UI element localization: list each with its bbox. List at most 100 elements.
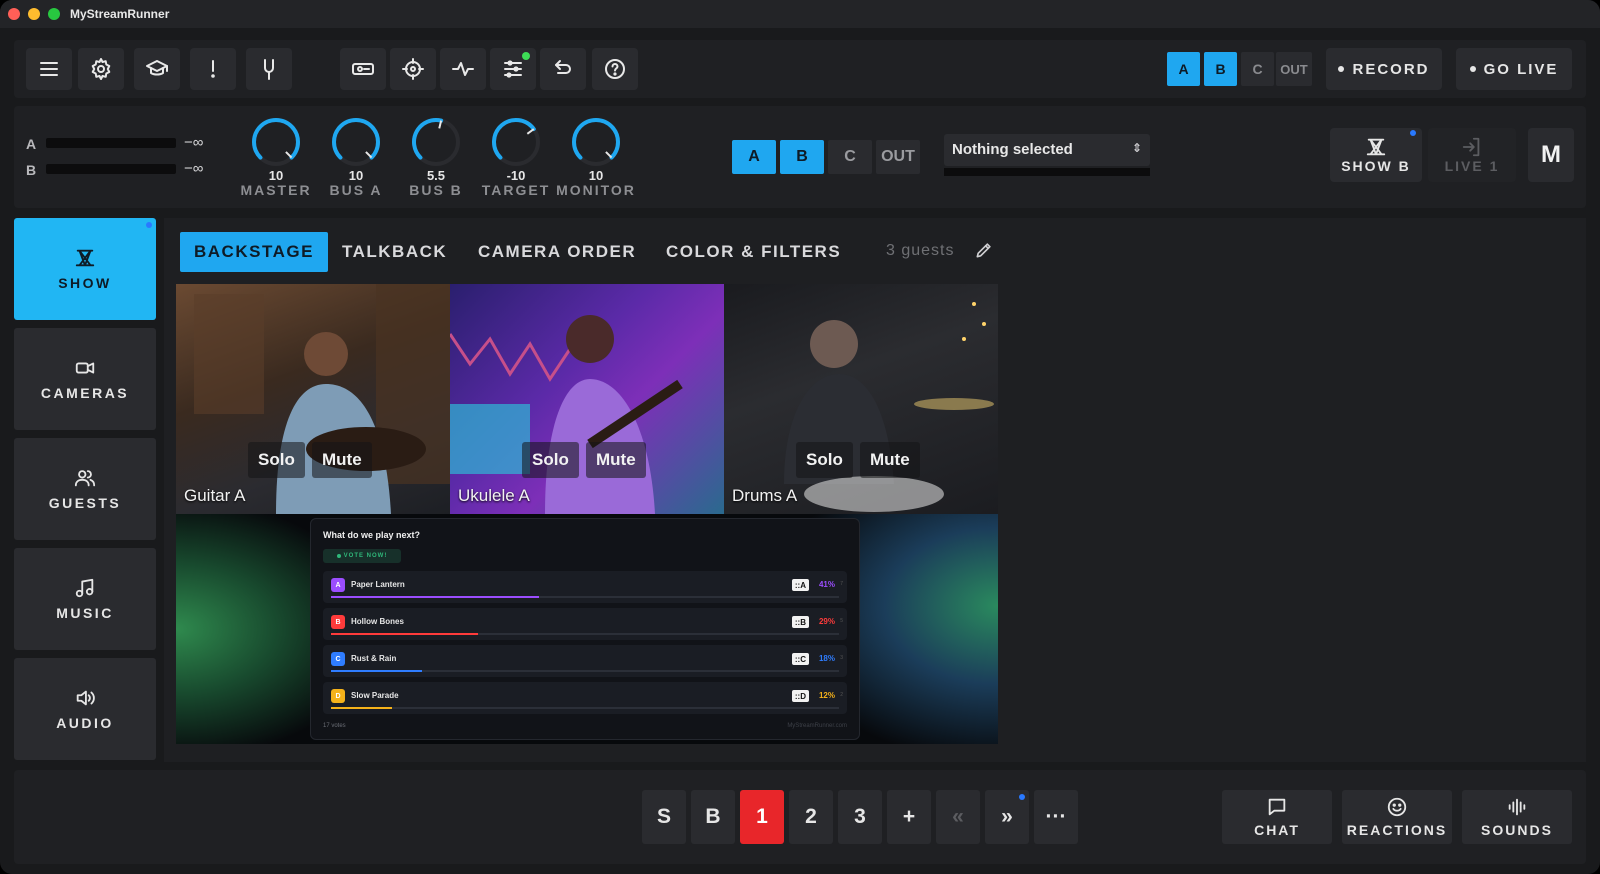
option-percent: 12% [818,691,835,700]
sounds-button[interactable]: SOUNDS [1462,790,1572,844]
previous-scene-button[interactable]: « [936,790,980,844]
help-button[interactable] [592,48,638,90]
alert-icon [211,60,215,78]
sidebar-item-cameras[interactable]: CAMERAS [14,328,156,430]
knob-indicator [526,128,535,135]
solo-button[interactable]: Solo [248,442,305,478]
undo-icon [555,60,571,74]
m-button[interactable]: M [1528,128,1574,182]
output-out-button[interactable]: OUT [1276,52,1312,86]
knob-dial[interactable] [570,116,622,168]
option-vote-count: 2 [840,692,843,698]
source-select[interactable]: Nothing selected ⇕ [944,134,1150,166]
output-c-button[interactable]: C [1241,52,1274,86]
scene-3-button[interactable]: 3 [838,790,882,844]
reactions-button[interactable]: REACTIONS [1342,790,1452,844]
tuner-button[interactable] [246,48,292,90]
bus-b-button[interactable]: B [780,140,824,174]
scene-2-button[interactable]: 2 [789,790,833,844]
go-live-label: GO LIVE [1483,60,1559,78]
bus-c-button[interactable]: C [828,140,872,174]
scene-b-button[interactable]: B [691,790,735,844]
source-select-value: Nothing selected [952,141,1073,158]
output-b-button[interactable]: B [1204,52,1237,86]
vote-count: 17 votes [323,723,346,729]
main-panel: BACKSTAGE TALKBACK CAMERA ORDER COLOR & … [164,218,1586,762]
indicator-dot [1410,130,1416,136]
option-vote-count: 7 [840,581,843,587]
sidebar-item-guests[interactable]: GUESTS [14,438,156,540]
sidebar-item-music[interactable]: MUSIC [14,548,156,650]
output-a-button[interactable]: A [1167,52,1200,86]
knob-dial[interactable] [410,116,462,168]
knob-value: -10 [506,168,526,183]
option-name: Paper Lantern [351,580,405,589]
guest-name: Ukulele A [458,486,530,505]
more-button[interactable]: ··· [1034,790,1078,844]
minimize-window-button[interactable] [28,8,40,20]
show-b-label: SHOW B [1341,158,1411,174]
mixer-settings-button[interactable] [490,48,536,90]
bus-out-button[interactable]: OUT [876,140,920,174]
tutorial-button[interactable] [134,48,180,90]
select-arrows-icon: ⇕ [1131,141,1142,155]
option-code: ::B [791,616,809,628]
option-letter-badge: C [331,652,345,666]
stream-key-button[interactable] [340,48,386,90]
tab-camera-order[interactable]: CAMERA ORDER [464,232,650,272]
guest-tile-guitar[interactable]: Solo Mute Guitar A [176,284,450,514]
sidebar-item-audio[interactable]: AUDIO [14,658,156,760]
tab-talkback[interactable]: TALKBACK [328,232,461,272]
option-percent: 41% [818,580,835,589]
knob-arc [572,118,620,160]
option-progress-track [331,633,839,635]
record-button[interactable]: RECORD [1326,48,1442,90]
target-button[interactable] [390,48,436,90]
show-icon [1366,138,1386,156]
music-icon [75,578,94,598]
chat-button[interactable]: CHAT [1222,790,1332,844]
menu-button[interactable] [26,48,72,90]
show-b-button[interactable]: SHOW B [1330,128,1422,182]
edit-guests-button[interactable] [974,240,994,260]
sidebar-item-show[interactable]: SHOW [14,218,156,320]
live-1-button[interactable]: LIVE 1 [1428,128,1516,182]
option-progress-track [331,670,839,672]
guest-tile-ukulele[interactable]: Solo Mute Ukulele A [450,284,724,514]
waveform-icon [1508,798,1526,816]
bus-a-button[interactable]: A [732,140,776,174]
knob-dial[interactable] [250,116,302,168]
audio-mixer: A −∞ B −∞ 10 MASTER 10 BUS A 5.5 BUS B -10 TARG… [14,106,1586,208]
settings-button[interactable] [78,48,124,90]
option-code: ::C [791,653,809,665]
mute-button[interactable]: Mute [860,442,920,478]
knob-dial[interactable] [490,116,542,168]
guest-tile-drums[interactable]: Solo Mute Drums A [724,284,998,514]
alerts-button[interactable] [190,48,236,90]
option-percent: 18% [818,654,835,663]
go-live-button[interactable]: GO LIVE [1456,48,1572,90]
tab-backstage[interactable]: BACKSTAGE [180,232,328,272]
tab-color-filters[interactable]: COLOR & FILTERS [652,232,855,272]
scene-s-button[interactable]: S [642,790,686,844]
option-name: Hollow Bones [351,617,404,626]
close-window-button[interactable] [8,8,20,20]
poll-option: D Slow Parade::D 12% 2 [323,682,847,714]
signal-button[interactable] [440,48,486,90]
add-scene-button[interactable]: + [887,790,931,844]
solo-button[interactable]: Solo [522,442,579,478]
scene-1-button[interactable]: 1 [740,790,784,844]
next-scene-button[interactable]: » [985,790,1029,844]
solo-button[interactable]: Solo [796,442,853,478]
undo-button[interactable] [540,48,586,90]
mute-button[interactable]: Mute [312,442,372,478]
knob-dial[interactable] [330,116,382,168]
mute-button[interactable]: Mute [586,442,646,478]
top-toolbar: A B C OUT RECORD GO LIVE [14,40,1586,98]
ukulele-video-frame [450,315,683,514]
poll-option: B Hollow Bones::B 29% 5 [323,608,847,640]
maximize-window-button[interactable] [48,8,60,20]
users-icon [74,470,96,487]
knob-indicator [285,151,293,159]
guitar-video-frame [194,284,450,514]
